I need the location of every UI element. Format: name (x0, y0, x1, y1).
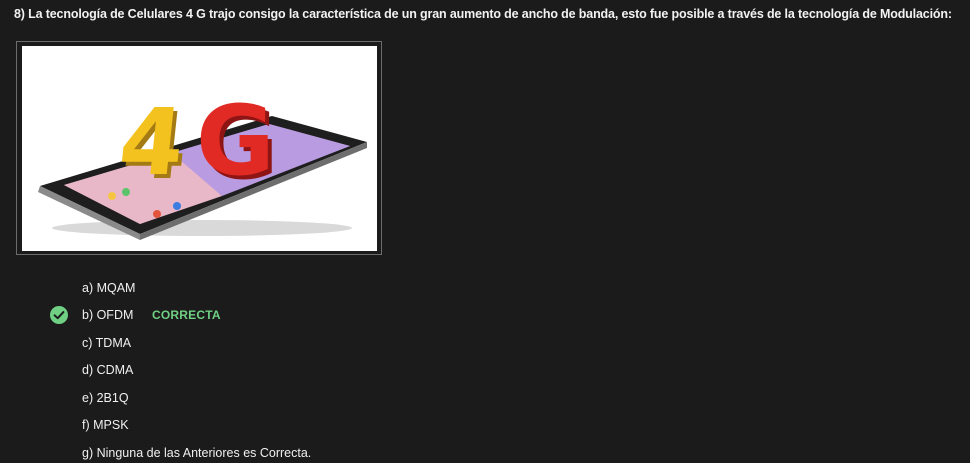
svg-text:G: G (196, 85, 275, 197)
option-g[interactable]: g) Ninguna de las Anteriores es Correcta… (82, 446, 311, 460)
option-f[interactable]: f) MPSK (82, 418, 129, 432)
check-circle-icon (50, 306, 68, 324)
option-b[interactable]: b) OFDM (82, 308, 133, 322)
option-c[interactable]: c) TDMA (82, 336, 131, 350)
option-d[interactable]: d) CDMA (82, 363, 133, 377)
correct-badge: CORRECTA (152, 308, 221, 322)
question-text: 8) La tecnología de Celulares 4 G trajo … (14, 7, 952, 21)
question-image: 4 4 G G (16, 41, 382, 255)
option-e[interactable]: e) 2B1Q (82, 391, 129, 405)
phone-4g-image: 4 4 G G (22, 46, 377, 251)
svg-text:4: 4 (114, 88, 189, 196)
option-a[interactable]: a) MQAM (82, 281, 135, 295)
